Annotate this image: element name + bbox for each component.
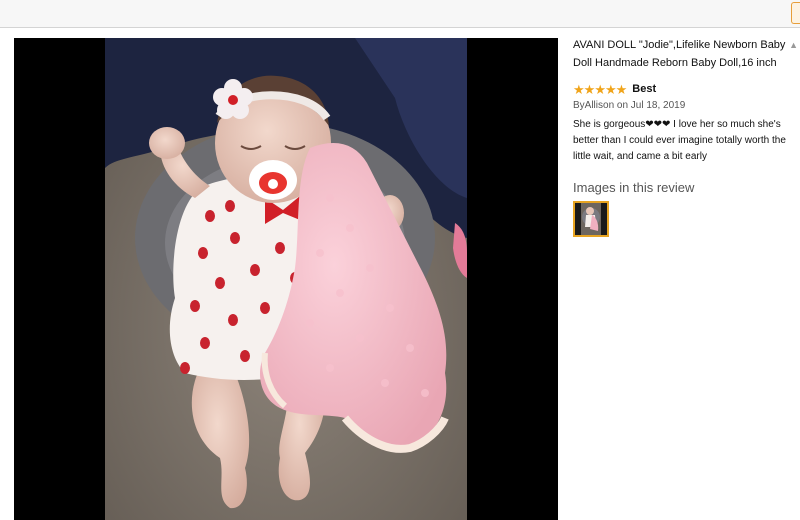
review-panel: AVANI DOLL "Jodie",Lifelike Newborn Baby… xyxy=(573,36,795,237)
star-icon: ★ xyxy=(615,81,628,97)
star-icon: ★ xyxy=(604,81,617,97)
review-photo[interactable] xyxy=(105,38,467,520)
browser-top-bar xyxy=(0,0,800,28)
review-headline: Best xyxy=(632,83,657,95)
star-icon: ★ xyxy=(583,81,596,97)
thumbnail-photo xyxy=(575,203,607,235)
review-body: She is gorgeous❤❤❤ I love her so much sh… xyxy=(573,119,786,162)
doll-photo-illustration xyxy=(105,38,467,520)
product-title[interactable]: AVANI DOLL "Jodie",Lifelike Newborn Baby… xyxy=(573,36,795,72)
images-in-review-heading: Images in this review xyxy=(573,180,695,195)
star-icon: ★ xyxy=(594,81,606,97)
toolbar-corner-button[interactable] xyxy=(791,2,800,24)
rating-row: ★ ★ ★ ★ ★ Best xyxy=(573,82,795,96)
review-byline: ByAllison on Jul 18, 2019 xyxy=(573,100,686,111)
star-rating: ★ ★ ★ ★ ★ xyxy=(573,81,628,97)
star-icon: ★ xyxy=(573,81,585,97)
review-image-thumbnail[interactable] xyxy=(573,201,609,237)
review-image-viewer xyxy=(14,38,558,520)
